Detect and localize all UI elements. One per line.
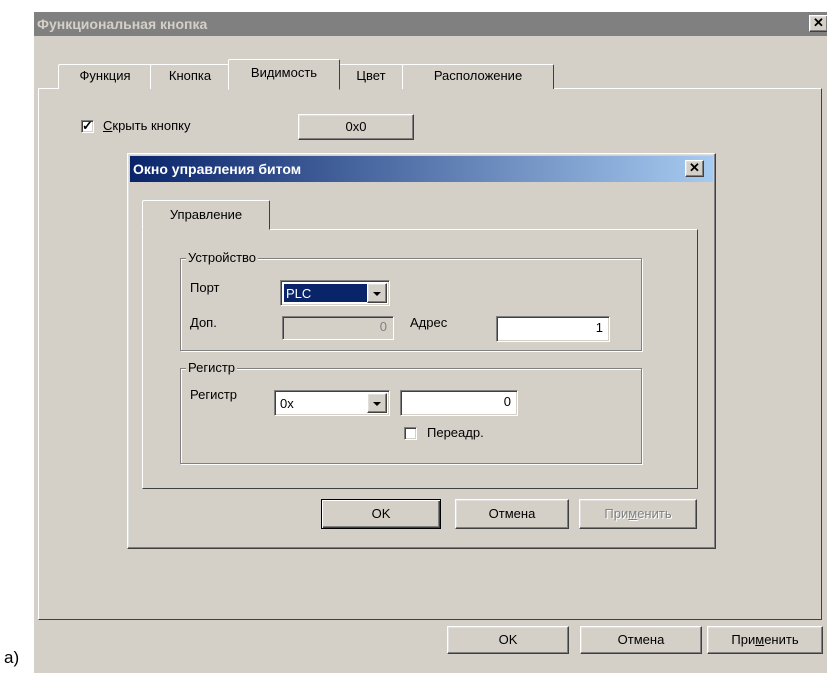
close-icon: ✕ [813,15,824,30]
hide-button-checkbox[interactable]: ✓ [81,118,94,133]
inner-apply-button[interactable]: Применить [579,499,697,529]
register-group [180,368,642,464]
address-button[interactable]: 0x0 [298,114,414,140]
port-select-value: PLC [284,284,367,302]
outer-apply-button[interactable]: Применить [707,626,823,654]
close-icon: ✕ [689,160,700,175]
tab-control[interactable]: Управление [142,200,270,230]
inner-dialog: Окно управления битом ✕ Управление Устро… [127,153,716,549]
register-number-field[interactable]: 0 [400,390,518,416]
address-field[interactable]: 1 [496,316,610,342]
inner-title: Окно управления битом [133,161,302,177]
register-select[interactable]: 0x [274,390,390,416]
register-select-value: 0x [280,396,294,411]
extra-label: Доп. [190,315,217,330]
port-label: Порт [190,280,220,295]
figure-label: а) [4,648,20,667]
inner-title-bar[interactable]: Окно управления битом [130,156,713,182]
extra-field[interactable]: 0 [282,316,394,340]
address-label: Адрес [410,315,448,330]
outer-ok-button[interactable]: OK [447,626,569,654]
outer-title-bar[interactable]: Функциональная кнопка [34,12,827,36]
chevron-down-icon[interactable] [367,283,387,303]
tab-function[interactable]: Функция [58,64,152,89]
outer-cancel-button[interactable]: Отмена [580,626,702,654]
chevron-down-icon[interactable] [367,393,387,413]
inner-cancel-button[interactable]: Отмена [455,499,569,529]
tab-button[interactable]: Кнопка [150,64,230,89]
outer-title: Функциональная кнопка [37,16,208,32]
device-group-label: Устройство [186,250,259,266]
readdress-checkbox[interactable] [404,427,417,440]
inner-close-button[interactable]: ✕ [685,160,704,177]
port-select[interactable]: PLC [280,280,390,306]
tab-layout[interactable]: Расположение [402,64,554,89]
checkmark-icon: ✓ [82,118,93,133]
tab-visibility[interactable]: Видимость [228,59,340,90]
outer-close-button[interactable]: ✕ [809,15,827,32]
inner-ok-button[interactable]: OK [321,499,441,529]
tab-color[interactable]: Цвет [338,64,404,89]
readdress-label[interactable]: Переадр. [427,424,484,442]
register-label: Регистр [190,387,238,402]
hide-button-label[interactable]: Скрыть кнопку [103,117,190,135]
register-group-label: Регистр [186,360,238,376]
